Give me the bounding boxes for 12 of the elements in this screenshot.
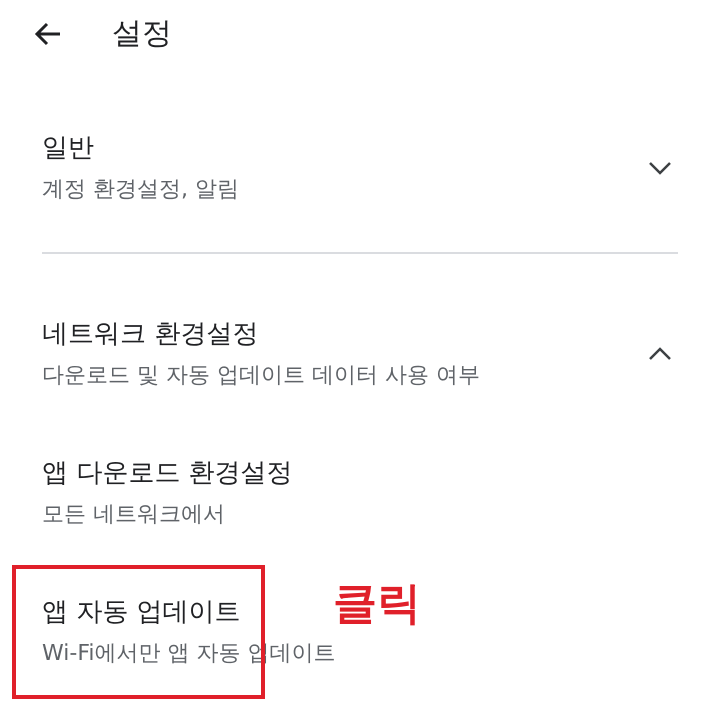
section-title[interactable]: 네트워크 환경설정 bbox=[42, 317, 258, 351]
setting-value: 모든 네트워크에서 bbox=[42, 501, 225, 529]
section-title[interactable]: 일반 bbox=[42, 131, 94, 165]
annotation-label: 클릭 bbox=[333, 578, 421, 630]
chevron-down-icon[interactable] bbox=[648, 161, 672, 175]
setting-title[interactable]: 앱 자동 업데이트 bbox=[42, 595, 241, 629]
setting-title[interactable]: 앱 다운로드 환경설정 bbox=[42, 456, 293, 490]
section-subtitle: 계정 환경설정, 알림 bbox=[42, 176, 239, 204]
section-subtitle: 다운로드 및 자동 업데이트 데이터 사용 여부 bbox=[42, 362, 480, 390]
chevron-up-icon[interactable] bbox=[648, 347, 672, 361]
back-arrow-icon[interactable] bbox=[34, 22, 62, 46]
page-title: 설정 bbox=[112, 16, 172, 52]
